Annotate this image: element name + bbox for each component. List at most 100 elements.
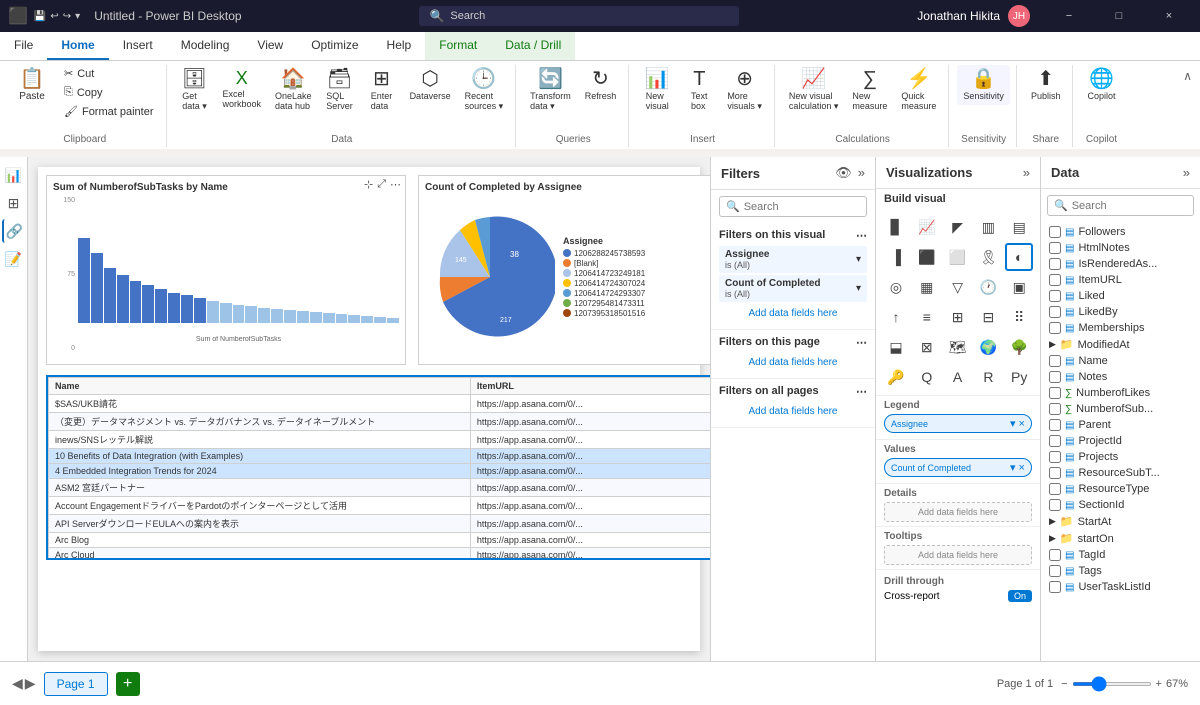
textbox-button[interactable]: T Textbox — [679, 65, 719, 115]
sectionid-checkbox[interactable] — [1049, 499, 1061, 511]
field-resourcetype[interactable]: ▤ ResourceType — [1045, 481, 1196, 497]
dataverse-button[interactable]: ⬡ Dataverse — [404, 65, 457, 105]
viz-icon-gauge[interactable]: 🕐 — [974, 273, 1002, 301]
bar-item[interactable] — [142, 285, 154, 323]
bar-item[interactable] — [220, 303, 232, 323]
field-resourcesubt[interactable]: ▤ ResourceSubT... — [1045, 465, 1196, 481]
recent-sources-button[interactable]: 🕒 Recentsources ▾ — [459, 65, 510, 116]
zoom-in-icon[interactable]: + — [1156, 678, 1162, 690]
bar-item[interactable] — [310, 312, 322, 323]
paste-button[interactable]: 📋 Paste — [10, 65, 54, 106]
new-measure-button[interactable]: ∑ Newmeasure — [846, 65, 893, 115]
projectid-checkbox[interactable] — [1049, 435, 1061, 447]
viz-icon-matrix[interactable]: ⊟ — [974, 303, 1002, 331]
collapse-ribbon-button[interactable]: ∧ — [1179, 65, 1196, 147]
field-tags[interactable]: ▤ Tags — [1045, 563, 1196, 579]
filter-all-menu[interactable]: ⋯ — [856, 385, 867, 398]
data-expand-icon[interactable]: » — [1183, 165, 1190, 180]
next-page-icon[interactable]: ▶ — [25, 675, 36, 692]
table-row[interactable]: Arc Cloudhttps://app.asana.com/0/...0047 — [49, 548, 711, 559]
table-row[interactable]: ASM2 宮廷パートナーhttps://app.asana.com/0/...7… — [49, 479, 711, 497]
tab-view[interactable]: View — [243, 32, 297, 60]
table-visual[interactable]: ⊹ ⤢ ⋯ Name ItemURL — [46, 375, 710, 560]
htmlnotes-checkbox[interactable] — [1049, 242, 1061, 254]
quick-measure-button[interactable]: ⚡ Quickmeasure — [895, 65, 942, 115]
tab-data-drill[interactable]: Data / Drill — [491, 32, 575, 60]
viz-icon-python[interactable]: Py — [1005, 363, 1033, 391]
filter-add-all[interactable]: Add data fields here — [719, 402, 867, 421]
minimize-button[interactable]: − — [1046, 0, 1092, 32]
table-row[interactable]: （変更）データマネジメント vs. データガバナンス vs. データイネーブルメ… — [49, 413, 711, 431]
viz-icon-key-influencers[interactable]: 🔑 — [882, 363, 910, 391]
bar-item[interactable] — [207, 301, 219, 323]
viz-icon-line[interactable]: 📈 — [913, 213, 941, 241]
field-isrendered[interactable]: ▤ IsRenderedAs... — [1045, 256, 1196, 272]
viz-icon-area[interactable]: ◤ — [944, 213, 972, 241]
table-row[interactable]: 4 Embedded Integration Trends for 2024ht… — [49, 464, 711, 479]
bar-item[interactable] — [348, 315, 360, 323]
filter-count-completed[interactable]: Count of Completed is (All) ▾ — [719, 275, 867, 302]
enter-data-button[interactable]: ⊞ Enterdata — [362, 65, 402, 115]
field-likedby[interactable]: ▤ LikedBy — [1045, 304, 1196, 320]
memberships-checkbox[interactable] — [1049, 322, 1061, 334]
filter-page-menu[interactable]: ⋯ — [856, 336, 867, 349]
viz-icon-pie[interactable]: ◐ — [1005, 243, 1033, 271]
field-parent[interactable]: ▤ Parent — [1045, 417, 1196, 433]
notes-checkbox[interactable] — [1049, 371, 1061, 383]
bar-item[interactable] — [245, 306, 257, 323]
field-sectionid[interactable]: ▤ SectionId — [1045, 497, 1196, 513]
viz-icon-card[interactable]: ▣ — [1005, 273, 1033, 301]
details-add-area[interactable]: Add data fields here — [884, 502, 1032, 522]
filters-search[interactable]: 🔍 — [719, 196, 867, 217]
viz-icon-clustered-col[interactable]: ▐ — [882, 243, 910, 271]
onelake-button[interactable]: 🏠 OneLakedata hub — [269, 65, 318, 115]
more-options-icon[interactable]: ⋯ — [390, 178, 401, 191]
table-row[interactable]: Arc Bloghttps://app.asana.com/0/...4790 — [49, 533, 711, 548]
bar-item[interactable] — [168, 293, 180, 323]
filter-add-page[interactable]: Add data fields here — [719, 353, 867, 372]
field-followers[interactable]: ▤ Followers — [1045, 224, 1196, 240]
sql-button[interactable]: 🗃 SQLServer — [320, 65, 360, 115]
values-field-count[interactable]: Count of Completed ▾ × — [884, 458, 1032, 477]
bar-item[interactable] — [233, 305, 245, 323]
viz-icon-boxplot[interactable]: ⊠ — [913, 333, 941, 361]
usertasklistid-checkbox[interactable] — [1049, 581, 1061, 593]
page-1-tab[interactable]: Page 1 — [44, 672, 108, 696]
dax-query-icon[interactable]: 📝 — [2, 247, 26, 271]
bar-item[interactable] — [258, 308, 270, 323]
zoom-out-icon[interactable]: − — [1061, 678, 1067, 690]
filter-count-expand[interactable]: ▾ — [856, 283, 861, 294]
dropdown-icon[interactable]: ▾ — [75, 11, 80, 22]
tagid-checkbox[interactable] — [1049, 549, 1061, 561]
viz-icon-stacked-bar[interactable]: ▥ — [974, 213, 1002, 241]
bar-item[interactable] — [104, 268, 116, 323]
field-projectid[interactable]: ▤ ProjectId — [1045, 433, 1196, 449]
data-search-input[interactable] — [1072, 200, 1187, 212]
bar-item[interactable] — [323, 313, 335, 323]
projects-checkbox[interactable] — [1049, 451, 1061, 463]
field-notes[interactable]: ▤ Notes — [1045, 369, 1196, 385]
assignee-remove[interactable]: ▾ × — [1010, 417, 1025, 430]
report-view-icon[interactable]: 📊 — [2, 163, 26, 187]
refresh-button[interactable]: ↻ Refresh — [579, 65, 623, 105]
viz-icon-treemap[interactable]: ▦ — [913, 273, 941, 301]
viz-icon-100-bar[interactable]: ▤ — [1005, 213, 1033, 241]
viz-icon-ribbon[interactable]: 🎗 — [974, 243, 1002, 271]
field-numberoflikes[interactable]: ∑ NumberofLikes — [1045, 385, 1196, 401]
tab-optimize[interactable]: Optimize — [297, 32, 372, 60]
copy-button[interactable]: ⎘ Copy — [58, 84, 160, 101]
filter-add-visual[interactable]: Add data fields here — [719, 304, 867, 323]
viz-icon-100-col[interactable]: ⬜ — [944, 243, 972, 271]
get-data-button[interactable]: 🗄 Getdata ▾ — [175, 65, 215, 116]
table-row[interactable]: inews/SNSレッテル解説https://app.asana.com/0/.… — [49, 431, 711, 449]
global-search[interactable]: 🔍 Search — [419, 6, 739, 26]
viz-icon-waterfall[interactable]: ⬓ — [882, 333, 910, 361]
bar-item[interactable] — [336, 314, 348, 323]
bar-item[interactable] — [271, 309, 283, 323]
bar-item[interactable] — [130, 281, 142, 323]
tooltips-add-area[interactable]: Add data fields here — [884, 545, 1032, 565]
folder-modifiedat[interactable]: ▶ 📁 ModifiedAt — [1045, 336, 1196, 353]
more-visuals-button[interactable]: ⊕ Morevisuals ▾ — [721, 65, 768, 116]
add-page-button[interactable]: + — [116, 672, 140, 696]
viz-icon-donut[interactable]: ◎ — [882, 273, 910, 301]
